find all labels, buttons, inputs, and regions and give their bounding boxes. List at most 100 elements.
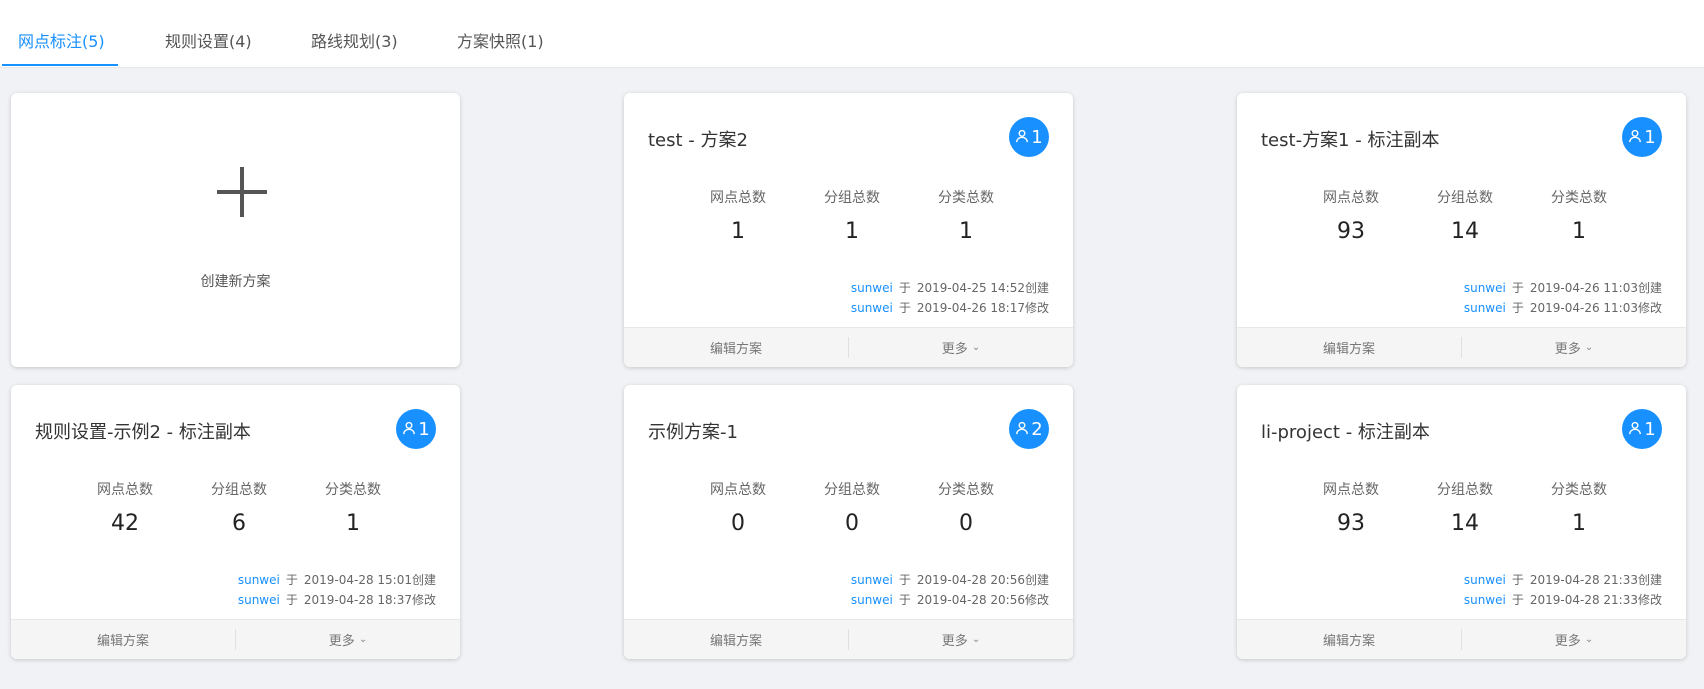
member-count-badge[interactable]: 1 <box>1009 117 1049 157</box>
plan-card[interactable]: test - 方案2 1 网点总数 1 分组总数 1 分类总数 1 sunwei… <box>624 93 1073 367</box>
stat-label: 分类总数 <box>938 482 994 498</box>
member-count: 1 <box>1644 126 1656 148</box>
stat-label: 分类总数 <box>1551 482 1607 498</box>
stat-label: 网点总数 <box>710 482 766 498</box>
meta-sep: 于 <box>1511 281 1524 295</box>
creator-link[interactable]: sunwei <box>1464 573 1506 587</box>
modified-time: 2019-04-28 20:56修改 <box>916 593 1049 607</box>
created-time: 2019-04-28 20:56创建 <box>916 573 1049 587</box>
more-label: 更多 <box>941 342 968 357</box>
plan-title: 示例方案-1 <box>648 422 738 443</box>
stat-sites: 网点总数 1 <box>693 187 783 244</box>
card-footer: 编辑方案 更多 ⌄ <box>1237 327 1686 367</box>
tab-rule-settings[interactable]: 规则设置(4) <box>165 28 252 68</box>
stat-categories: 分类总数 0 <box>921 479 1011 536</box>
modifier-link[interactable]: sunwei <box>1464 301 1506 315</box>
plan-card[interactable]: test-方案1 - 标注副本 1 网点总数 93 分组总数 14 分类总数 1… <box>1237 93 1686 367</box>
tab-plan-snapshot[interactable]: 方案快照(1) <box>457 28 544 68</box>
more-dropdown[interactable]: 更多 ⌄ <box>848 337 1073 358</box>
created-info: sunwei 于 2019-04-28 15:01创建 <box>238 571 436 588</box>
edit-plan-button[interactable]: 编辑方案 <box>624 328 848 367</box>
more-dropdown[interactable]: 更多 ⌄ <box>1461 337 1686 358</box>
plan-card[interactable]: 示例方案-1 2 网点总数 0 分组总数 0 分类总数 0 sunwei 于 201… <box>624 385 1073 659</box>
stat-value: 14 <box>1451 219 1479 244</box>
plan-title: 规则设置-示例2 - 标注副本 <box>35 422 251 443</box>
more-dropdown[interactable]: 更多 ⌄ <box>1461 629 1686 650</box>
stat-sites: 网点总数 93 <box>1306 479 1396 536</box>
user-icon <box>1628 127 1642 148</box>
stat-label: 分组总数 <box>1437 190 1493 206</box>
more-dropdown[interactable]: 更多 ⌄ <box>235 629 460 650</box>
meta-sep: 于 <box>1511 573 1524 587</box>
creator-link[interactable]: sunwei <box>851 281 893 295</box>
edit-plan-label: 编辑方案 <box>709 634 762 649</box>
stat-value: 1 <box>1572 511 1586 536</box>
card-footer: 编辑方案 更多 ⌄ <box>624 619 1073 659</box>
created-time: 2019-04-25 14:52创建 <box>916 281 1049 295</box>
stat-sites: 网点总数 42 <box>80 479 170 536</box>
modified-info: sunwei 于 2019-04-26 11:03修改 <box>1464 299 1662 316</box>
meta-sep: 于 <box>898 573 911 587</box>
stat-categories: 分类总数 1 <box>1534 187 1624 244</box>
stat-label: 分组总数 <box>824 190 880 206</box>
modified-time: 2019-04-26 18:17修改 <box>916 301 1049 315</box>
edit-plan-button[interactable]: 编辑方案 <box>1237 328 1461 367</box>
created-info: sunwei 于 2019-04-25 14:52创建 <box>851 279 1049 296</box>
member-count-badge[interactable]: 1 <box>1622 409 1662 449</box>
stat-value: 6 <box>232 511 246 536</box>
stat-value: 42 <box>111 511 139 536</box>
plan-card[interactable]: li-project - 标注副本 1 网点总数 93 分组总数 14 分类总数… <box>1237 385 1686 659</box>
stat-categories: 分类总数 1 <box>921 187 1011 244</box>
stat-value: 1 <box>1572 219 1586 244</box>
creator-link[interactable]: sunwei <box>238 573 280 587</box>
modifier-link[interactable]: sunwei <box>851 301 893 315</box>
card-footer: 编辑方案 更多 ⌄ <box>1237 619 1686 659</box>
member-count: 1 <box>1031 126 1043 148</box>
tab-site-annotation[interactable]: 网点标注(5) <box>18 28 105 68</box>
meta-sep: 于 <box>898 281 911 295</box>
meta-sep: 于 <box>285 593 298 607</box>
more-label: 更多 <box>941 634 968 649</box>
more-label: 更多 <box>1554 342 1581 357</box>
stat-value: 0 <box>959 511 973 536</box>
stat-label: 分类总数 <box>1551 190 1607 206</box>
chevron-down-icon: ⌄ <box>1584 634 1594 645</box>
creator-link[interactable]: sunwei <box>851 573 893 587</box>
stat-groups: 分组总数 0 <box>807 479 897 536</box>
edit-plan-button[interactable]: 编辑方案 <box>11 620 235 659</box>
stat-value: 1 <box>731 219 745 244</box>
user-icon <box>402 419 416 440</box>
stat-groups: 分组总数 14 <box>1420 479 1510 536</box>
edit-plan-button[interactable]: 编辑方案 <box>1237 620 1461 659</box>
tab-bar: 网点标注(5) 规则设置(4) 路线规划(3) 方案快照(1) <box>0 0 1704 68</box>
stat-categories: 分类总数 1 <box>308 479 398 536</box>
created-info: sunwei 于 2019-04-26 11:03创建 <box>1464 279 1662 296</box>
card-footer: 编辑方案 更多 ⌄ <box>624 327 1073 367</box>
tab-route-planning[interactable]: 路线规划(3) <box>311 28 398 68</box>
member-count-badge[interactable]: 2 <box>1009 409 1049 449</box>
modified-time: 2019-04-26 11:03修改 <box>1529 301 1662 315</box>
member-count: 1 <box>418 418 430 440</box>
stat-groups: 分组总数 6 <box>194 479 284 536</box>
more-label: 更多 <box>1554 634 1581 649</box>
create-plan-card[interactable]: 创建新方案 <box>11 93 460 367</box>
more-label: 更多 <box>328 634 355 649</box>
meta-sep: 于 <box>1511 301 1524 315</box>
stat-value: 1 <box>346 511 360 536</box>
modifier-link[interactable]: sunwei <box>238 593 280 607</box>
member-count: 1 <box>1644 418 1656 440</box>
edit-plan-label: 编辑方案 <box>1322 342 1375 357</box>
more-dropdown[interactable]: 更多 ⌄ <box>848 629 1073 650</box>
active-tab-indicator <box>2 64 118 66</box>
stat-label: 网点总数 <box>97 482 153 498</box>
edit-plan-label: 编辑方案 <box>96 634 149 649</box>
created-time: 2019-04-28 21:33创建 <box>1529 573 1662 587</box>
plan-card[interactable]: 规则设置-示例2 - 标注副本 1 网点总数 42 分组总数 6 分类总数 1 … <box>11 385 460 659</box>
modifier-link[interactable]: sunwei <box>851 593 893 607</box>
stat-sites: 网点总数 93 <box>1306 187 1396 244</box>
member-count-badge[interactable]: 1 <box>1622 117 1662 157</box>
edit-plan-button[interactable]: 编辑方案 <box>624 620 848 659</box>
member-count-badge[interactable]: 1 <box>396 409 436 449</box>
creator-link[interactable]: sunwei <box>1464 281 1506 295</box>
modifier-link[interactable]: sunwei <box>1464 593 1506 607</box>
